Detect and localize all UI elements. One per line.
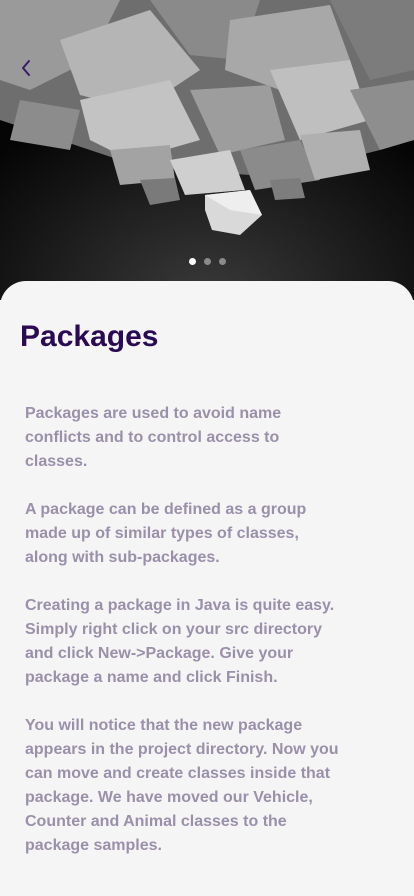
description-text: Packages are used to avoid name conflict…	[25, 378, 345, 882]
back-button[interactable]	[14, 56, 38, 80]
paragraph-3: Creating a package in Java is quite easy…	[25, 597, 335, 686]
chevron-left-icon	[22, 60, 30, 76]
carousel-dot-2[interactable]	[203, 258, 211, 265]
paragraph-2: A package can be defined as a group made…	[25, 501, 307, 566]
carousel-indicator	[0, 258, 414, 265]
carousel-dot-3[interactable]	[218, 258, 226, 265]
paragraph-1: Packages are used to avoid name conflict…	[25, 405, 282, 470]
carousel-dot-1[interactable]	[188, 258, 196, 265]
abstract-cubes-image	[0, 0, 414, 300]
hero-image	[0, 0, 414, 300]
page-title: Packages	[20, 320, 159, 353]
paragraph-4: You will notice that the new package app…	[25, 717, 339, 854]
